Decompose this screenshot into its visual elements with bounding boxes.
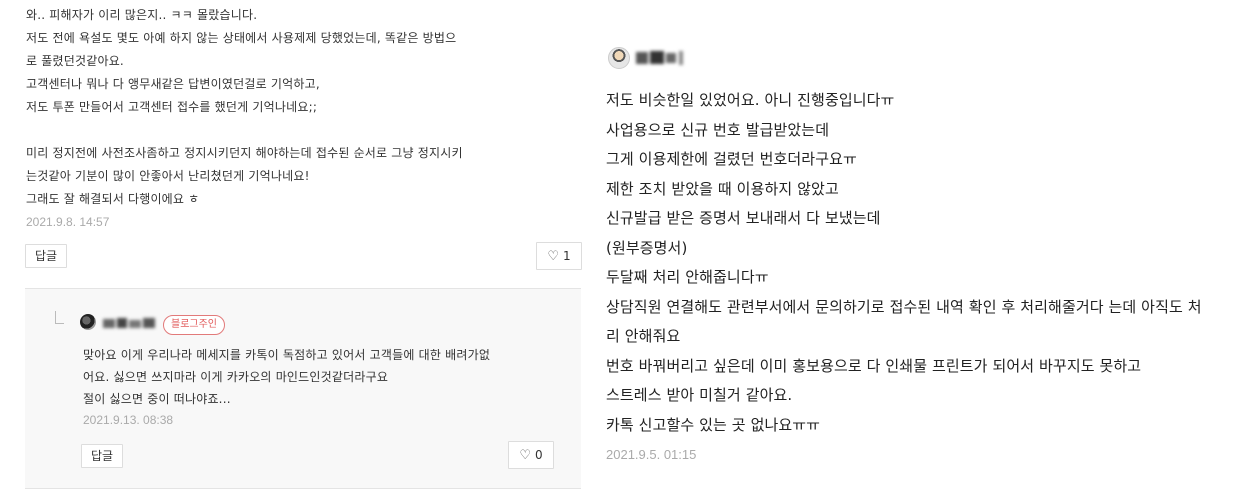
comment-line: 사업용으로 신규 번호 발급받았는데	[606, 120, 830, 139]
heart-icon: ♡	[519, 448, 531, 463]
comment-body: 저도 비슷한일 있었어요. 아니 진행중입니다ㅠ 사업용으로 신규 번호 발급받…	[606, 86, 1242, 470]
reply-line: 맞아요 이게 우리나라 메세지를 카톡이 독점하고 있어서 고객들에 대한 배려…	[83, 348, 491, 362]
comment-line: 번호 바꿔버리고 싶은데 이미 홍보용으로 다 인쇄물 프린트가 되어서 바꾸지…	[606, 356, 1142, 375]
right-comment-panel: 저도 비슷한일 있었어요. 아니 진행중입니다ㅠ 사업용으로 신규 번호 발급받…	[582, 0, 1242, 498]
comment-line: 저도 투폰 만들어서 고객센터 접수를 했던게 기억나네요;;	[26, 100, 318, 114]
author-name-blurred	[103, 318, 155, 328]
avatar	[608, 47, 630, 69]
reply-button[interactable]: 답글	[81, 444, 123, 468]
comment-body: 와.. 피해자가 이리 많은지.. ㅋㅋ 몰랐습니다. 저도 전에 욕설도 몇도…	[26, 4, 582, 231]
blog-owner-badge: 블로그주인	[163, 315, 225, 335]
heart-icon: ♡	[547, 249, 559, 264]
like-count: 1	[563, 249, 571, 263]
comment-line: 미리 정지전에 사전조사좀하고 정지시키던지 해야하는데 접수된 순서로 그냥 …	[26, 146, 463, 160]
comment-line: 그래도 잘 해결되서 다행이에요 ㅎ	[26, 192, 200, 206]
reply-body: 맞아요 이게 우리나라 메세지를 카톡이 독점하고 있어서 고객들에 대한 배려…	[83, 344, 573, 430]
like-count: 0	[535, 448, 543, 462]
comment-line: 로 풀렸던것같아요.	[26, 54, 124, 68]
reply-arrow-icon	[55, 311, 64, 324]
comment-line: 는것같아 기분이 많이 안좋아서 난리쳤던게 기억나네요!	[26, 169, 310, 183]
comment-blank-line	[26, 119, 582, 142]
comment-line: 저도 전에 욕설도 몇도 아예 하지 않는 상태에서 사용제제 당했었는데, 똑…	[26, 31, 457, 45]
comment-date: 2021.9.8. 14:57	[26, 215, 110, 229]
like-button[interactable]: ♡ 1	[536, 242, 582, 270]
comment-line: (원부증명서)	[606, 238, 688, 257]
comment-line: 두달째 처리 안해줍니다ㅠ	[606, 268, 769, 286]
comment-line: 그게 이용제한에 걸렸던 번호더라구요ㅠ	[606, 150, 857, 168]
reply-comment: 블로그주인 맞아요 이게 우리나라 메세지를 카톡이 독점하고 있어서 고객들에…	[25, 288, 581, 489]
reply-button[interactable]: 답글	[25, 244, 67, 268]
like-button[interactable]: ♡ 0	[508, 441, 554, 469]
left-comment-panel: 와.. 피해자가 이리 많은지.. ㅋㅋ 몰랐습니다. 저도 전에 욕설도 몇도…	[0, 0, 582, 498]
avatar	[80, 314, 96, 330]
comment-line: 신규발급 받은 증명서 보내래서 다 보냈는데	[606, 209, 881, 227]
comment-line: 상담직원 연결해도 관련부서에서 문의하기로 접수된 내역 확인 후 처리해줄거…	[606, 297, 1202, 316]
reply-line: 절이 싫으면 중이 떠나야죠...	[83, 392, 231, 406]
comment-line: 고객센터나 뭐나 다 앵무새같은 답변이였던걸로 기억하고,	[26, 77, 320, 91]
reply-date: 2021.9.13. 08:38	[83, 413, 174, 427]
comment-line: 와.. 피해자가 이리 많은지.. ㅋㅋ 몰랐습니다.	[26, 8, 258, 22]
comment-line: 스트레스 받아 미칠거 같아요.	[606, 386, 793, 404]
comment-line: 카톡 신고할수 있는 곳 없나요ㅠㅠ	[606, 415, 821, 434]
comment-line: 리 안해줘요	[606, 327, 681, 345]
comment-line: 저도 비슷한일 있었어요. 아니 진행중입니다ㅠ	[606, 91, 895, 109]
reply-line: 어요. 싫으면 쓰지마라 이게 카카오의 마인드인것같더라구요	[83, 370, 389, 384]
comment-line: 제한 조치 받았을 때 이용하지 않았고	[606, 179, 839, 198]
comment-date: 2021.9.5. 01:15	[606, 447, 697, 462]
author-name-blurred	[636, 51, 683, 65]
